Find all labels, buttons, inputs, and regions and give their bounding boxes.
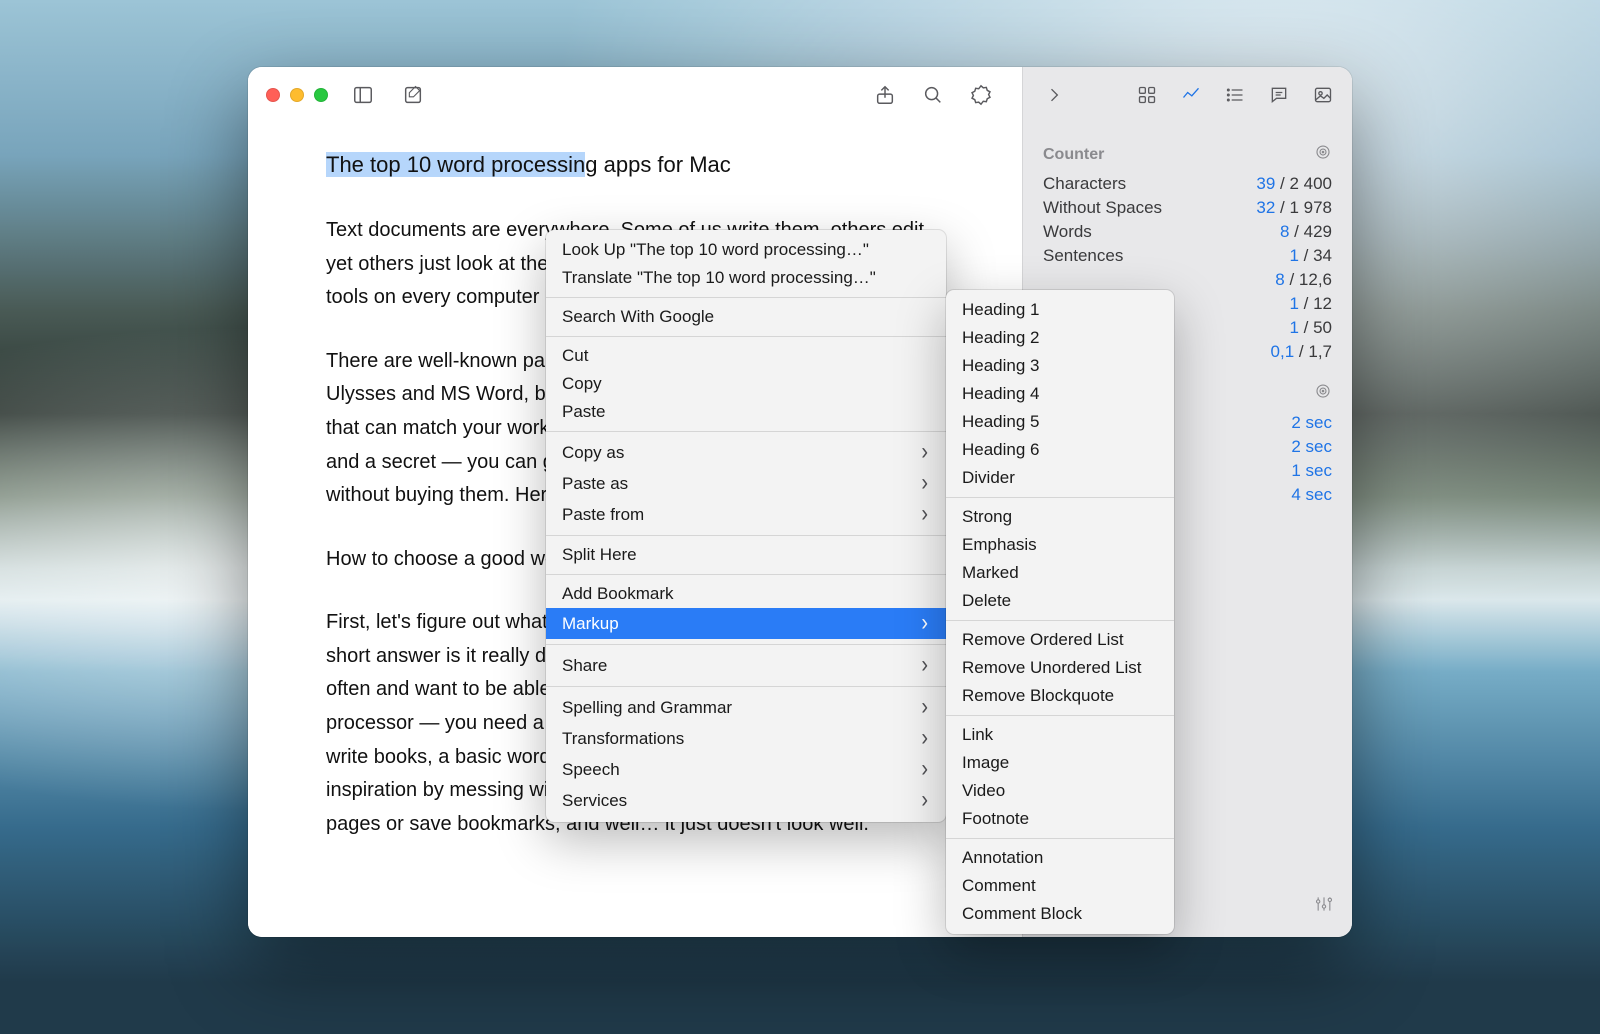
titlebar bbox=[248, 67, 1022, 123]
submenu-comment-block[interactable]: Comment Block bbox=[946, 900, 1174, 928]
menu-speech[interactable]: Speech bbox=[546, 754, 946, 785]
menu-markup[interactable]: Markup bbox=[546, 608, 946, 639]
stat-words: Words 8 / 429 bbox=[1043, 220, 1332, 244]
toolbar-right bbox=[874, 84, 1004, 106]
collapse-sidebar-icon[interactable] bbox=[1043, 84, 1065, 106]
stats-tab-icon[interactable] bbox=[1180, 84, 1202, 106]
submenu-remove-ul[interactable]: Remove Unordered List bbox=[946, 654, 1174, 682]
stat-without-spaces: Without Spaces 32 / 1 978 bbox=[1043, 196, 1332, 220]
menu-search-google[interactable]: Search With Google bbox=[546, 303, 946, 331]
submenu-image[interactable]: Image bbox=[946, 749, 1174, 777]
sidebar-toggle-icon[interactable] bbox=[352, 84, 374, 106]
submenu-marked[interactable]: Marked bbox=[946, 559, 1174, 587]
submenu-comment[interactable]: Comment bbox=[946, 872, 1174, 900]
stat-characters: Characters 39 / 2 400 bbox=[1043, 172, 1332, 196]
search-icon[interactable] bbox=[922, 84, 944, 106]
context-menu: Look Up "The top 10 word processing…" Tr… bbox=[546, 230, 946, 822]
submenu-strong[interactable]: Strong bbox=[946, 503, 1174, 531]
sidebar-tabs bbox=[1023, 67, 1352, 123]
menu-translate[interactable]: Translate "The top 10 word processing…" bbox=[546, 264, 946, 292]
menu-lookup[interactable]: Look Up "The top 10 word processing…" bbox=[546, 236, 946, 264]
stat-sentences: Sentences 1 / 34 bbox=[1043, 244, 1332, 268]
menu-services[interactable]: Services bbox=[546, 785, 946, 816]
submenu-footnote[interactable]: Footnote bbox=[946, 805, 1174, 833]
compose-icon[interactable] bbox=[402, 84, 424, 106]
submenu-annotation[interactable]: Annotation bbox=[946, 844, 1174, 872]
submenu-heading-1[interactable]: Heading 1 bbox=[946, 296, 1174, 324]
menu-share[interactable]: Share bbox=[546, 650, 946, 681]
menu-paste[interactable]: Paste bbox=[546, 398, 946, 426]
menu-transformations[interactable]: Transformations bbox=[546, 723, 946, 754]
goal-badge-icon[interactable] bbox=[970, 84, 992, 106]
submenu-video[interactable]: Video bbox=[946, 777, 1174, 805]
target-icon[interactable] bbox=[1314, 382, 1332, 405]
submenu-heading-2[interactable]: Heading 2 bbox=[946, 324, 1174, 352]
menu-spelling[interactable]: Spelling and Grammar bbox=[546, 692, 946, 723]
menu-add-bookmark[interactable]: Add Bookmark bbox=[546, 580, 946, 608]
submenu-heading-4[interactable]: Heading 4 bbox=[946, 380, 1174, 408]
counter-heading: Counter bbox=[1043, 146, 1104, 164]
submenu-heading-3[interactable]: Heading 3 bbox=[946, 352, 1174, 380]
stat-row: 8 / 12,6 bbox=[1043, 268, 1332, 292]
minimize-window-button[interactable] bbox=[290, 88, 304, 102]
menu-paste-from[interactable]: Paste from bbox=[546, 499, 946, 530]
window-controls bbox=[266, 88, 328, 102]
submenu-link[interactable]: Link bbox=[946, 721, 1174, 749]
submenu-heading-5[interactable]: Heading 5 bbox=[946, 408, 1174, 436]
zoom-window-button[interactable] bbox=[314, 88, 328, 102]
menu-copy-as[interactable]: Copy as bbox=[546, 437, 946, 468]
submenu-heading-6[interactable]: Heading 6 bbox=[946, 436, 1174, 464]
selection-highlight: The top 10 word processin bbox=[326, 152, 585, 177]
submenu-divider[interactable]: Divider bbox=[946, 464, 1174, 492]
submenu-remove-bq[interactable]: Remove Blockquote bbox=[946, 682, 1174, 710]
submenu-emphasis[interactable]: Emphasis bbox=[946, 531, 1174, 559]
media-tab-icon[interactable] bbox=[1312, 84, 1334, 106]
markup-submenu: Heading 1 Heading 2 Heading 3 Heading 4 … bbox=[946, 290, 1174, 934]
menu-split-here[interactable]: Split Here bbox=[546, 541, 946, 569]
share-icon[interactable] bbox=[874, 84, 896, 106]
document-title[interactable]: The top 10 word processing apps for Mac bbox=[326, 152, 731, 177]
dashboard-tab-icon[interactable] bbox=[1136, 84, 1158, 106]
submenu-remove-ol[interactable]: Remove Ordered List bbox=[946, 626, 1174, 654]
menu-cut[interactable]: Cut bbox=[546, 342, 946, 370]
settings-sliders-icon[interactable] bbox=[1314, 894, 1334, 919]
comments-tab-icon[interactable] bbox=[1268, 84, 1290, 106]
outline-tab-icon[interactable] bbox=[1224, 84, 1246, 106]
target-icon[interactable] bbox=[1314, 143, 1332, 166]
submenu-delete[interactable]: Delete bbox=[946, 587, 1174, 615]
menu-paste-as[interactable]: Paste as bbox=[546, 468, 946, 499]
close-window-button[interactable] bbox=[266, 88, 280, 102]
menu-copy[interactable]: Copy bbox=[546, 370, 946, 398]
